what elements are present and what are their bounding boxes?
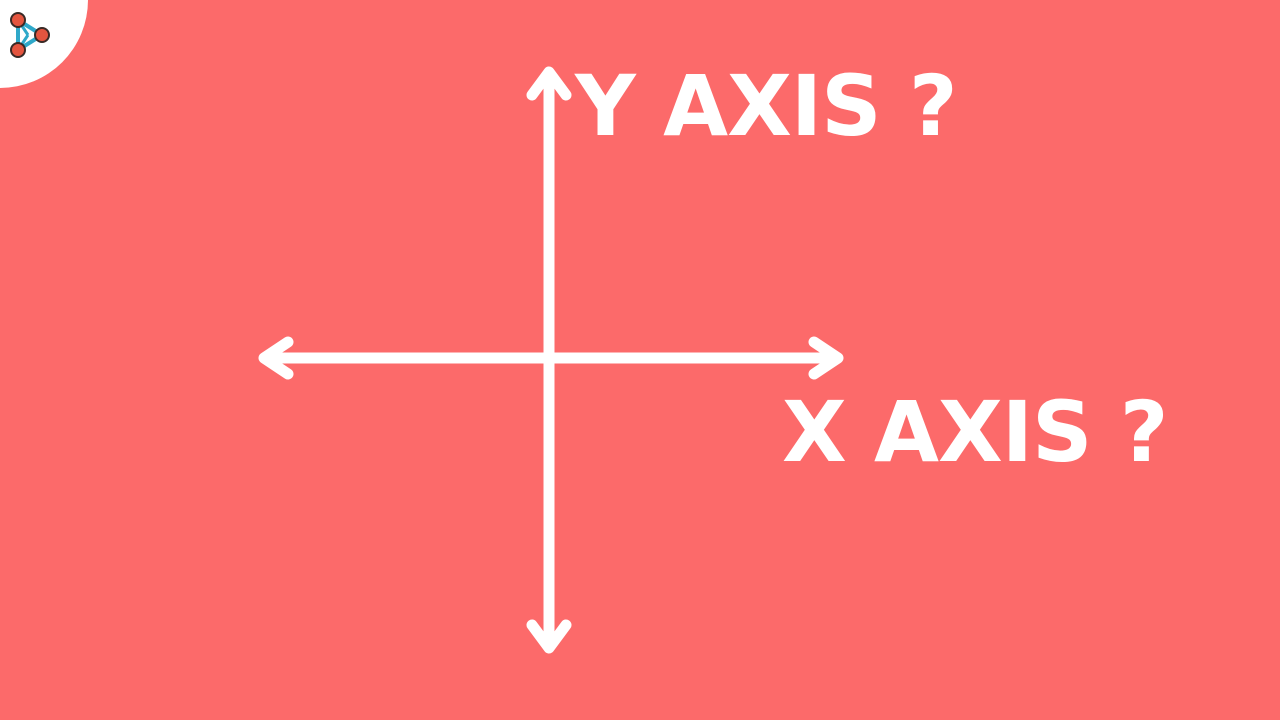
x-axis-label: X AXIS ? (782, 383, 1169, 481)
y-axis-label: Y AXIS ? (575, 57, 958, 155)
slide-canvas: Y AXIS ? X AXIS ? (0, 0, 1280, 720)
